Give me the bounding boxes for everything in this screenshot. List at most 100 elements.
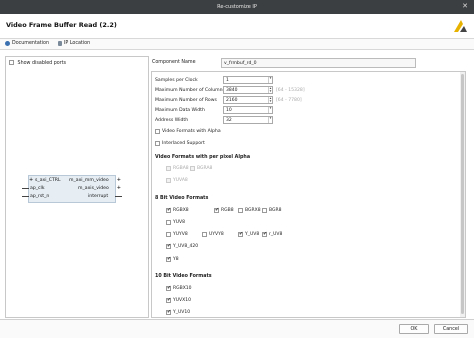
video-formats-alpha-checkbox[interactable] — [155, 129, 160, 134]
cancel-button[interactable]: Cancel — [434, 324, 468, 334]
format-yuvx10[interactable]: YUVX10 — [166, 297, 191, 303]
window-titlebar: Re-customize IP ✕ — [0, 0, 474, 14]
show-disabled-ports-label: Show disabled ports — [17, 61, 67, 66]
chevron-down-icon[interactable]: ▾ — [268, 116, 272, 123]
format-label: Y8 — [173, 257, 179, 262]
address-width-value: 32 — [226, 118, 232, 123]
format-rgbx8[interactable]: RGBX8 — [166, 207, 189, 213]
spinner-icon[interactable]: ▴ ▾ — [268, 86, 272, 93]
format-checkbox[interactable] — [262, 231, 267, 237]
expand-port-icon[interactable]: + — [117, 185, 121, 191]
expand-port-icon[interactable]: + — [117, 177, 121, 183]
ip-block-symbol[interactable]: + s_axi_CTRL ap_clk ap_rst_n m_axi_mm_vi… — [22, 173, 122, 205]
documentation-link[interactable]: Documentation — [5, 41, 49, 46]
format-label: YUVA8 — [173, 178, 188, 183]
format-yuva8: YUVA8 — [166, 178, 188, 183]
show-disabled-ports[interactable]: Show disabled ports — [9, 60, 66, 66]
address-width-select[interactable]: 32 ▾ — [223, 116, 273, 124]
window-title: Re-customize IP — [217, 4, 257, 10]
format-label: BGRA8 — [197, 166, 213, 171]
samples-per-clock-label: Samples per Clock — [155, 78, 198, 83]
format-label: RGBX10 — [173, 286, 192, 291]
format-bgrx8[interactable]: BGRX8 — [238, 208, 261, 213]
pin-ap-clk — [22, 188, 29, 189]
format-rgbx10[interactable]: RGBX10 — [166, 285, 192, 291]
pin-interrupt — [115, 196, 122, 197]
nav-bar: Documentation IP Location — [0, 38, 474, 50]
interlaced-support-option[interactable]: Interlaced Support — [155, 141, 205, 146]
format-checkbox — [166, 178, 171, 183]
format-yuv8[interactable]: YUV8 — [166, 220, 185, 225]
max-columns-input[interactable]: 3840 ▴ ▾ — [223, 86, 273, 94]
close-icon[interactable]: ✕ — [462, 3, 468, 10]
format-y-uv8[interactable]: Y_UV8 — [238, 231, 260, 237]
format-rgb8[interactable]: RGB8 — [214, 207, 234, 213]
parameters-panel: Samples per Clock 1 ▾ Maximum Number of … — [151, 71, 466, 318]
max-rows-input[interactable]: 2160 ▴ ▾ — [223, 96, 273, 104]
format-checkbox[interactable] — [166, 220, 171, 225]
format-label: BGRX8 — [245, 208, 261, 213]
ip-title: Video Frame Buffer Read (2.2) — [6, 21, 117, 29]
port-ap-rst-n: ap_rst_n — [30, 194, 50, 199]
format-checkbox[interactable] — [262, 208, 267, 213]
max-columns-range: [64 - 15328] — [276, 88, 305, 93]
component-name-input[interactable]: v_frmbuf_rd_0 — [221, 58, 416, 68]
address-width-label: Address Width — [155, 118, 189, 123]
format-y-uv8-420[interactable]: Y_UV8_420 — [166, 243, 199, 249]
format-bgra8: BGRA8 — [190, 166, 212, 171]
ok-button[interactable]: OK — [399, 324, 429, 334]
spinner-icon[interactable]: ▴ ▾ — [268, 96, 272, 103]
show-disabled-ports-checkbox[interactable] — [9, 60, 14, 65]
port-s-axi-ctrl: s_axi_CTRL — [35, 178, 61, 183]
ip-location-link[interactable]: IP Location — [58, 41, 90, 46]
scrollbar-thumb[interactable] — [461, 74, 464, 314]
scrollbar[interactable] — [460, 72, 465, 317]
format-label: RGBX8 — [173, 208, 189, 213]
format-label: Y_UV8_420 — [173, 244, 199, 249]
format-checkbox[interactable] — [202, 232, 207, 237]
format-r-uv8[interactable]: r_UV8 — [262, 231, 282, 237]
chevron-down-icon[interactable]: ▾ — [268, 106, 272, 113]
format-checkbox[interactable] — [238, 208, 243, 213]
samples-per-clock-select[interactable]: 1 ▾ — [223, 76, 273, 84]
format-label: RGB8 — [221, 208, 234, 213]
video-formats-alpha-option[interactable]: Video Formats with Alpha — [155, 129, 221, 134]
format-checkbox[interactable] — [214, 207, 219, 213]
port-m-axis-video: m_axis_video — [78, 186, 109, 191]
xilinx-logo-icon — [454, 20, 467, 32]
chevron-down-icon[interactable]: ▾ — [268, 76, 272, 83]
format-checkbox[interactable] — [166, 243, 171, 249]
format-checkbox[interactable] — [238, 231, 243, 237]
format-uyvy8[interactable]: UYVY8 — [202, 232, 224, 237]
folder-icon — [58, 41, 62, 46]
format-label: YUV8 — [173, 220, 185, 225]
port-interrupt: interrupt — [88, 194, 109, 199]
format-checkbox[interactable] — [166, 207, 171, 213]
ip-header: Video Frame Buffer Read (2.2) — [0, 14, 474, 38]
max-data-width-select[interactable]: 10 ▾ — [223, 106, 273, 114]
video-formats-alpha-label: Video Formats with Alpha — [162, 129, 221, 134]
format-checkbox[interactable] — [166, 297, 171, 303]
format-checkbox[interactable] — [166, 285, 171, 291]
format-y8[interactable]: Y8 — [166, 256, 179, 262]
format-checkbox[interactable] — [166, 232, 171, 237]
format-checkbox — [190, 166, 195, 171]
expand-port-icon[interactable]: + — [29, 177, 33, 183]
component-name-label: Component Name — [152, 60, 196, 65]
dialog-footer: OK Cancel — [0, 319, 474, 338]
interlaced-support-checkbox[interactable] — [155, 141, 160, 146]
samples-per-clock-value: 1 — [226, 78, 229, 83]
format-y-uv10[interactable]: Y_UV10 — [166, 309, 190, 315]
format-label: Y_UV8 — [245, 232, 260, 237]
8bit-section-title: 8 Bit Video Formats — [155, 196, 209, 201]
format-checkbox[interactable] — [166, 256, 171, 262]
ip-location-label: IP Location — [64, 41, 91, 46]
format-yuyv8[interactable]: YUYV8 — [166, 232, 188, 237]
component-name-row: Component Name v_frmbuf_rd_0 — [151, 56, 467, 70]
max-rows-value: 2160 — [226, 98, 238, 103]
format-rgba8: RGBA8 — [166, 166, 189, 171]
format-checkbox[interactable] — [166, 309, 171, 315]
format-label: RGBA8 — [173, 166, 189, 171]
format-bgr8[interactable]: BGR8 — [262, 208, 282, 213]
format-label: YUVX10 — [173, 298, 191, 303]
